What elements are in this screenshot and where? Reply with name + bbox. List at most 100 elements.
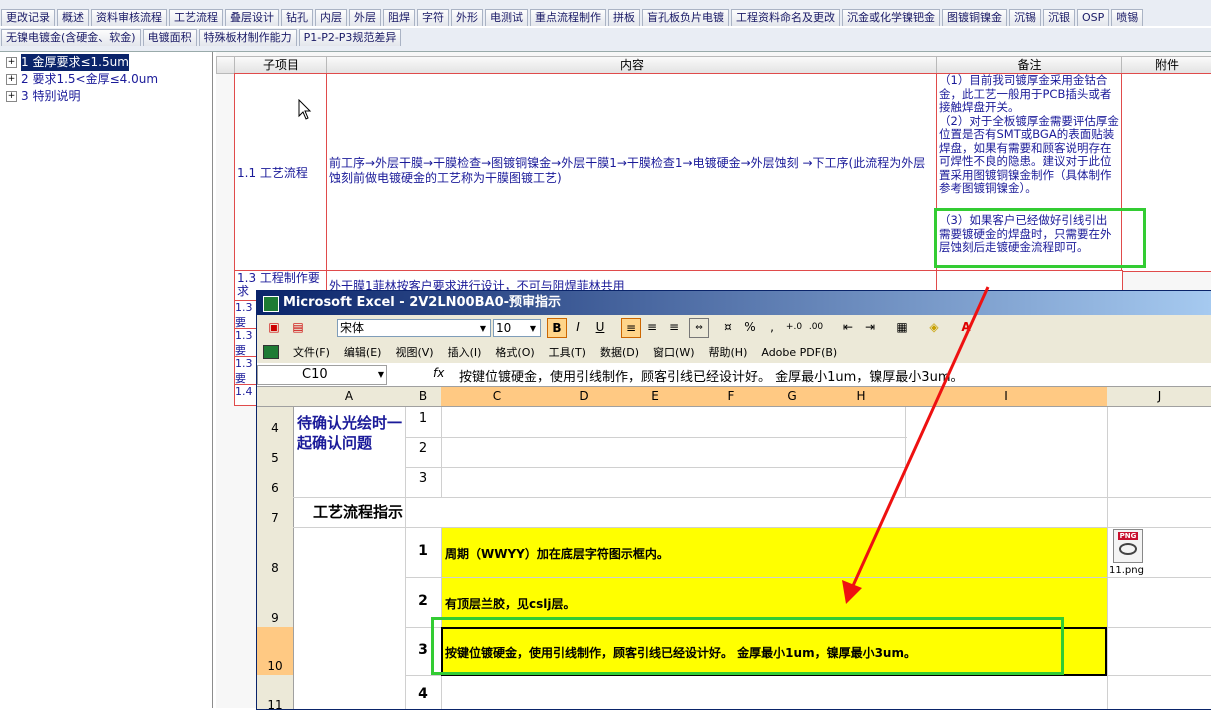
tab2-1[interactable]: 电镀面积 <box>142 29 197 46</box>
expand-plus-icon[interactable]: + <box>6 91 17 102</box>
increase-indent-icon[interactable]: ⇥ <box>861 318 879 336</box>
chevron-down-icon[interactable]: ▼ <box>477 321 489 335</box>
tab1-10[interactable]: 外形 <box>451 9 483 26</box>
italic-button[interactable]: I <box>569 318 587 336</box>
tab1-8[interactable]: 阻焊 <box>383 9 415 26</box>
chevron-down-icon[interactable]: ▼ <box>378 366 384 384</box>
row-header-9[interactable]: 9 <box>257 577 294 628</box>
borders-icon[interactable]: ▦ <box>893 318 911 336</box>
header-content[interactable]: 内容 <box>326 56 938 74</box>
percent-icon[interactable]: % <box>741 318 759 336</box>
align-center-icon[interactable]: ≡ <box>643 318 661 336</box>
row-header-7[interactable]: 7 <box>257 497 294 528</box>
tab1-17[interactable]: 图镀铜镍金 <box>942 9 1007 26</box>
tab1-4[interactable]: 叠层设计 <box>225 9 279 26</box>
tab1-6[interactable]: 内层 <box>315 9 347 26</box>
tab1-5[interactable]: 钻孔 <box>281 9 313 26</box>
tree-item[interactable]: +3 特别说明 <box>0 88 212 105</box>
menu-item[interactable]: 文件(F) <box>293 343 330 363</box>
column-header-b[interactable]: B <box>405 387 442 407</box>
tab1-0[interactable]: 更改记录 <box>1 9 55 26</box>
header-note[interactable]: 备注 <box>936 56 1123 74</box>
png-attachment-icon[interactable]: PNG <box>1113 529 1143 563</box>
tab1-14[interactable]: 盲孔板负片电镀 <box>642 9 729 26</box>
menu-item[interactable]: 编辑(E) <box>344 343 382 363</box>
column-header-f[interactable]: F <box>695 387 768 407</box>
row-header-11[interactable]: 11 <box>257 675 294 709</box>
tab2-3[interactable]: P1-P2-P3规范差异 <box>298 29 402 46</box>
font-color-icon[interactable]: A <box>957 318 975 336</box>
row-header-5[interactable]: 5 <box>257 437 294 468</box>
column-header-i[interactable]: I <box>905 387 1108 407</box>
fill-color-icon[interactable]: ◈ <box>925 318 943 336</box>
menu-item[interactable]: 工具(T) <box>549 343 586 363</box>
row-header-8[interactable]: 8 <box>257 527 294 578</box>
function-icon[interactable]: fx <box>433 366 444 380</box>
expand-plus-icon[interactable]: + <box>6 74 17 85</box>
column-header-a[interactable]: A <box>293 387 406 407</box>
currency-icon[interactable]: ¤ <box>719 318 737 336</box>
comma-style-icon[interactable]: , <box>763 318 781 336</box>
increase-decimal-icon[interactable]: +.0 <box>785 318 803 336</box>
decrease-indent-icon[interactable]: ⇤ <box>839 318 857 336</box>
align-right-icon[interactable]: ≡ <box>665 318 683 336</box>
excel-title-bar[interactable]: Microsoft Excel - 2V2LN00BA0-预审指示 <box>257 291 1211 315</box>
pdf-mail-icon[interactable]: ▤ <box>289 318 307 336</box>
tree-item[interactable]: +1 金厚要求≤1.5um <box>0 54 212 71</box>
menu-item[interactable]: Adobe PDF(B) <box>761 343 837 363</box>
cell-sub-1-1[interactable]: 1.1 工艺流程 <box>234 73 328 272</box>
tab1-13[interactable]: 拼板 <box>608 9 640 26</box>
row-header-10[interactable]: 10 <box>257 627 294 676</box>
underline-button[interactable]: U <box>591 318 609 336</box>
tab1-11[interactable]: 电测试 <box>485 9 528 26</box>
attachment-filename[interactable]: 11.png <box>1109 565 1144 576</box>
tab1-21[interactable]: 喷锡 <box>1111 9 1144 26</box>
font-name-select[interactable]: 宋体 ▼ <box>337 319 491 337</box>
row-header-4[interactable]: 4 <box>257 407 294 438</box>
tab1-3[interactable]: 工艺流程 <box>169 9 223 26</box>
column-header-d[interactable]: D <box>553 387 616 407</box>
tab1-2[interactable]: 资料审核流程 <box>91 9 167 26</box>
tab1-18[interactable]: 沉锡 <box>1009 9 1041 26</box>
menu-item[interactable]: 数据(D) <box>600 343 639 363</box>
tab1-1[interactable]: 概述 <box>57 9 89 26</box>
column-header-g[interactable]: G <box>767 387 818 407</box>
column-header-e[interactable]: E <box>615 387 696 407</box>
menu-item[interactable]: 视图(V) <box>395 343 433 363</box>
tab1-16[interactable]: 沉金或化学镍钯金 <box>842 9 940 26</box>
menu-item[interactable]: 帮助(H) <box>709 343 748 363</box>
column-header-c[interactable]: C <box>441 387 554 407</box>
tab1-7[interactable]: 外层 <box>349 9 381 26</box>
column-header-j[interactable]: J <box>1107 387 1211 407</box>
font-size-select[interactable]: 10 ▼ <box>493 319 541 337</box>
header-attachment[interactable]: 附件 <box>1121 56 1211 74</box>
tab1-20[interactable]: OSP <box>1077 9 1110 26</box>
merge-center-icon[interactable]: ⇔ <box>689 318 709 338</box>
expand-plus-icon[interactable]: + <box>6 57 17 68</box>
row-header-6[interactable]: 6 <box>257 467 294 498</box>
tab1-19[interactable]: 沉银 <box>1043 9 1075 26</box>
tree-item[interactable]: +2 要求1.5<金厚≤4.0um <box>0 71 212 88</box>
tab1-9[interactable]: 字符 <box>417 9 449 26</box>
name-box[interactable]: C10 ▼ <box>257 365 387 385</box>
pdf-convert-icon[interactable]: ▣ <box>265 318 283 336</box>
chevron-down-icon[interactable]: ▼ <box>527 321 539 335</box>
menu-item[interactable]: 格式(O) <box>495 343 534 363</box>
select-all-corner[interactable] <box>257 387 294 407</box>
workbook-icon[interactable] <box>263 345 279 359</box>
tab2-2[interactable]: 特殊板材制作能力 <box>198 29 297 46</box>
bold-button[interactable]: B <box>547 318 567 338</box>
gridline <box>405 467 907 468</box>
column-header-h[interactable]: H <box>817 387 906 407</box>
tab1-15[interactable]: 工程资料命名及更改 <box>731 9 840 26</box>
menu-item[interactable]: 插入(I) <box>448 343 482 363</box>
menu-item[interactable]: 窗口(W) <box>653 343 694 363</box>
align-left-icon[interactable]: ≡ <box>621 318 641 338</box>
tab2-0[interactable]: 无镍电镀金(含硬金、软金) <box>1 29 141 46</box>
header-sub-item[interactable]: 子项目 <box>234 56 328 74</box>
grid-corner[interactable] <box>216 56 236 74</box>
cell-content-1-1[interactable]: 前工序→外层干膜→干膜检查→图镀铜镍金→外层干膜1→干膜检查1→电镀硬金→外层蚀… <box>326 73 938 272</box>
formula-input[interactable]: 按键位镀硬金，使用引线制作，顾客引线已经设计好。 金厚最小1um，镍厚最小3um… <box>459 366 963 385</box>
tab1-12[interactable]: 重点流程制作 <box>530 9 606 26</box>
decrease-decimal-icon[interactable]: .00 <box>807 318 825 336</box>
